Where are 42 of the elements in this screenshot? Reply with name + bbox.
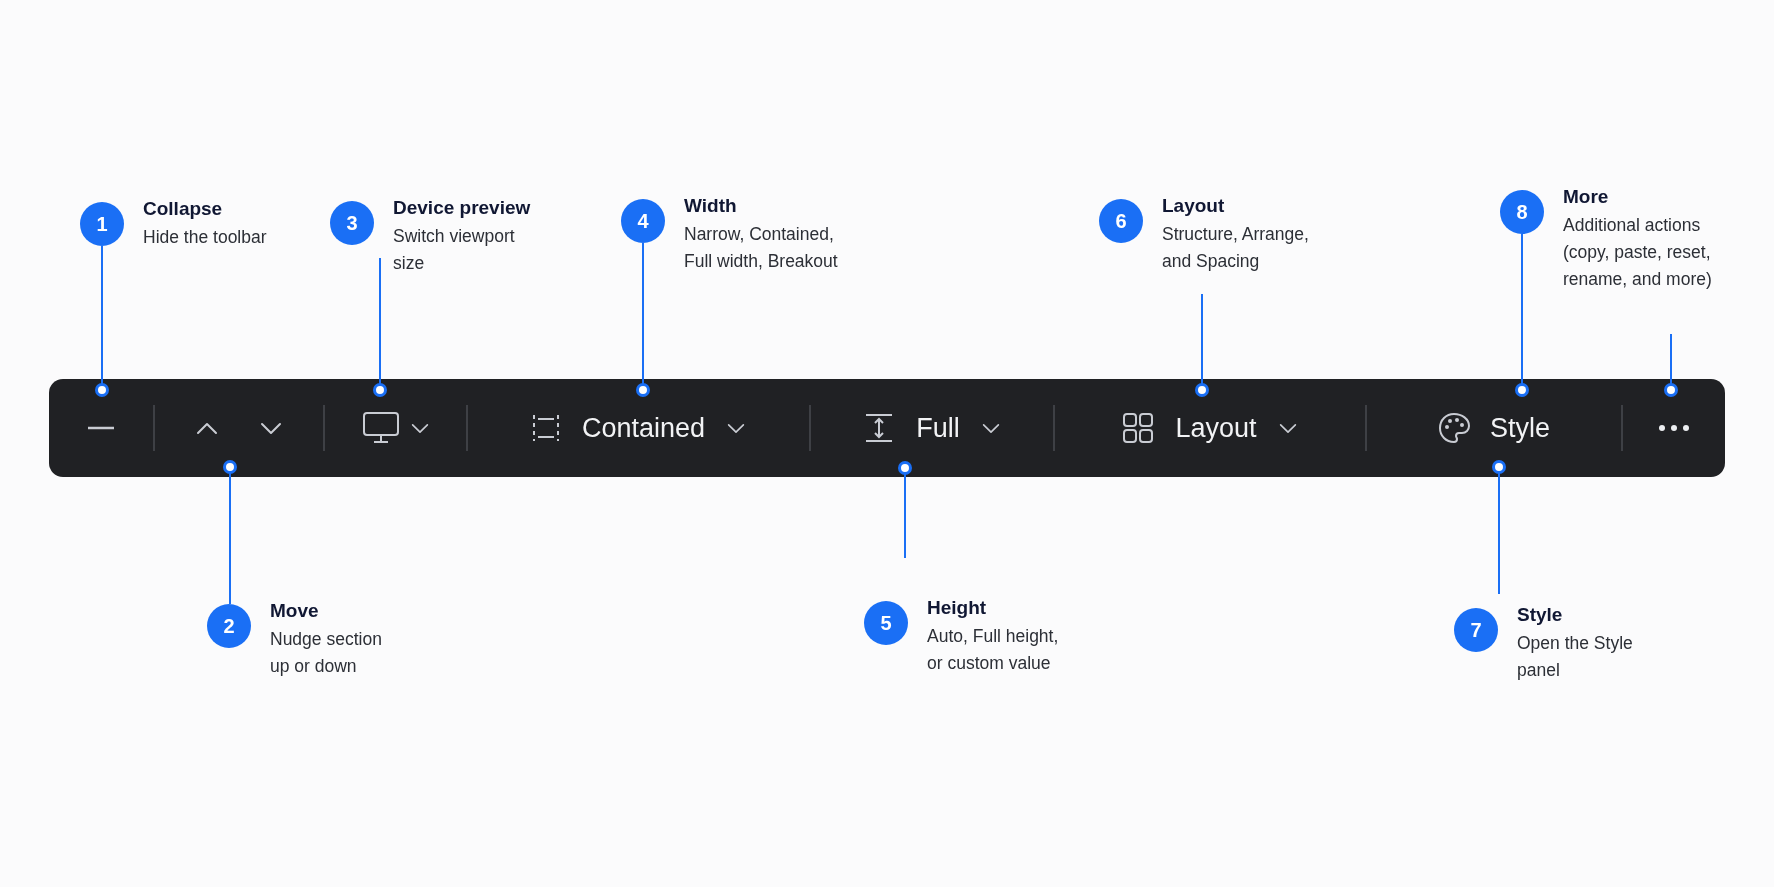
minus-icon (87, 426, 115, 430)
palette-icon (1438, 412, 1470, 444)
number-badge: 4 (621, 199, 665, 243)
callout-description: Additional actions (copy, paste, reset, rename, and more) (1563, 214, 1712, 291)
number-badge: 7 (1454, 608, 1498, 652)
callout-title: More (1563, 186, 1610, 208)
callout-title: Move (270, 600, 320, 622)
leader-line (1664, 333, 1678, 397)
number-badge: 5 (864, 601, 908, 645)
caret-icon (1278, 422, 1297, 434)
number-badge: 3 (330, 201, 374, 245)
callout-title: Height (927, 597, 988, 619)
callout-description: Hide the toolbar (143, 226, 267, 249)
width-dropdown[interactable]: Contained (521, 404, 756, 452)
callout-description: Nudge section up or down (270, 628, 382, 678)
width-bracket-icon (531, 413, 560, 443)
caret-icon (981, 422, 1000, 434)
callout-title: Width (684, 195, 738, 217)
callout-description: Open the Style panel (1517, 632, 1633, 682)
caret-icon (410, 422, 429, 434)
callout-title: Layout (1162, 195, 1226, 217)
height-arrow-icon (864, 413, 895, 443)
number-badge: 8 (1500, 190, 1544, 234)
height-dropdown[interactable]: Full (854, 404, 1010, 452)
style-button[interactable]: Style (1428, 404, 1560, 452)
callout-description: Narrow, Contained, Full width, Breakout (684, 223, 838, 273)
callout-description: Switch viewport size (393, 225, 516, 275)
caret-icon (727, 422, 746, 434)
grid-icon (1123, 413, 1154, 443)
callout-title: Device preview (393, 197, 531, 219)
callout-title: Collapse (143, 198, 224, 220)
number-badge: 6 (1099, 199, 1143, 243)
callout-description: Auto, Full height, or custom value (927, 625, 1059, 675)
number-badge: 2 (207, 604, 251, 648)
chevron-down-icon (260, 421, 282, 435)
layout-dropdown[interactable]: Layout (1113, 404, 1307, 452)
number-badge: 1 (80, 202, 124, 246)
callout-description: Structure, Arrange, and Spacing (1162, 223, 1309, 273)
callout-title: Style (1517, 604, 1564, 626)
monitor-icon (362, 412, 399, 444)
ellipsis-icon (1659, 425, 1689, 431)
chevron-up-icon (196, 421, 218, 435)
